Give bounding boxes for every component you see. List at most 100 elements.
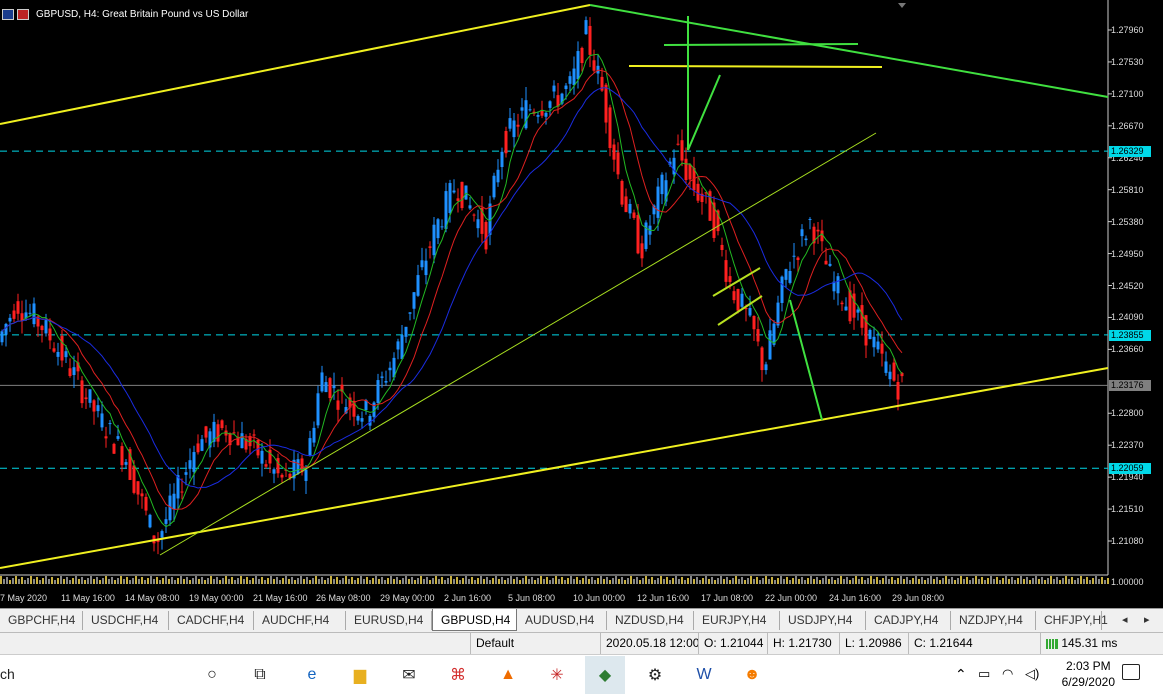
date-axis-label: 22 Jun 00:00 [765,593,818,603]
indicator-strip-bar [993,579,995,584]
indicator-strip-bar [981,577,983,584]
indicator-strip-bar [90,576,92,584]
price-axis-label: 1.25810 [1111,184,1144,195]
chart-tab[interactable]: NZDJPY,H4 [951,611,1036,630]
indicator-strip-bar [543,579,545,584]
indicator-strip-bar [471,577,473,584]
date-axis-label: 17 Jun 08:00 [701,593,754,603]
indicator-strip-bar [114,580,116,584]
indicator-strip-bar [873,579,875,584]
taskbar-clock[interactable]: 2:03 PM 6/29/2020 [1062,658,1115,690]
tray-wifi-icon[interactable]: ◠ [1002,666,1013,682]
date-axis[interactable]: 7 May 2020 11 May 16:00 14 May 08:00 19 May… [0,589,1163,608]
search-box[interactable]: ch [0,655,190,694]
candle-body [528,109,532,111]
chart-tab[interactable]: EURJPY,H4 [694,611,780,630]
indicator-strip-bar [267,578,269,584]
candle-body [316,393,320,426]
indicator-strip-bar [48,579,50,584]
indicator-strip-bar [546,577,548,584]
indicator-strip-bar [633,579,635,584]
vlc-icon[interactable]: ▲ [496,663,520,687]
task-view-icon[interactable]: ⧉ [248,663,272,687]
indicator-strip-bar [270,576,272,584]
indicator-strip-bar [663,579,665,584]
indicator-strip-bar [783,579,785,584]
tab-scroll-right-icon[interactable]: ▸ [1144,613,1150,626]
candle-body [576,51,580,80]
indicator-strip-bar [840,576,842,584]
window-flag-icon[interactable] [17,8,29,20]
chart-tab[interactable]: GBPUSD,H4 [432,609,517,631]
chart-tab[interactable]: NZDUSD,H4 [607,611,694,630]
tray-chevron-icon[interactable]: ⌃ [955,666,967,683]
tray-battery-icon[interactable]: ▭ [978,666,990,682]
tab-scroll-left-icon[interactable]: ◂ [1122,613,1128,626]
status-profile[interactable]: Default [470,633,600,654]
indicator-strip-bar [951,577,953,584]
indicator-strip-bar [408,579,410,584]
mail-icon[interactable]: ✉ [397,663,421,687]
candle-body [416,275,420,296]
chart-tab[interactable]: EURUSD,H4 [346,611,432,630]
edge-icon[interactable]: e [300,663,324,687]
spider-icon[interactable]: ✳ [545,663,569,687]
window-menu-icon[interactable] [2,8,14,20]
indicator-strip-bar [933,579,935,584]
indicator-strip-bar [771,577,773,584]
acrobat-icon[interactable]: ⌘ [446,663,470,687]
candle-body [64,351,68,358]
indicator-strip-bar [63,579,65,584]
chart-tab[interactable]: CADJPY,H4 [866,611,951,630]
status-connection[interactable]: 145.31 ms [1040,633,1163,654]
indicator-strip-bar [66,577,68,584]
indicator-strip-bar [279,580,281,584]
indicator-strip-bar [924,580,926,584]
candle-body [876,341,880,350]
tray-volume-icon[interactable]: ◁) [1025,666,1039,682]
word-icon[interactable]: W [692,663,716,687]
indicator-strip-bar [894,580,896,584]
indicator-strip-bar [756,577,758,584]
indicator-strip-bar [246,577,248,584]
indicator-strip-bar [606,577,608,584]
chart-tab[interactable]: AUDUSD,H4 [517,611,607,630]
indicator-strip-bar [579,580,581,584]
chart-tab[interactable]: GBPCHF,H4 [0,611,83,630]
candle-body [796,257,800,261]
indicator-strip-bar [1044,580,1046,584]
indicator-strip-bar [969,580,971,584]
price-level-marker: 1.22059 [1109,463,1151,475]
chart-tab[interactable]: AUDCHF,H4 [254,611,346,630]
candle-body [132,465,136,493]
candle-body [572,68,576,85]
indicator-strip-bar [177,578,179,584]
indicator-strip-bar [1095,576,1097,584]
candle-body [204,426,208,438]
indicator-strip-bar [1074,580,1076,584]
indicator-strip-bar [393,579,395,584]
indicator-strip-bar [996,577,998,584]
indicator-strip-bar [180,576,182,584]
chart-tab[interactable]: USDCHF,H4 [83,611,169,630]
indicator-strip-bar [846,577,848,584]
file-explorer-icon[interactable]: ▆ [348,663,372,687]
chart-tab[interactable]: CADCHF,H4 [169,611,254,630]
indicator-strip-bar [381,577,383,584]
indicator-strip-bar [1032,578,1034,584]
indicator-strip-bar [966,577,968,584]
indicator-strip-bar [849,580,851,584]
price-chart[interactable] [0,0,1163,608]
indicator-strip-bar [1008,579,1010,584]
chart-tab[interactable]: CHFJPY,H1 [1036,611,1108,630]
indicator-strip-bar [870,576,872,584]
chart-tab[interactable]: USDJPY,H4 [780,611,866,630]
indicator-strip-bar [1029,580,1031,584]
chart-area[interactable]: GBPUSD, H4: Great Britain Pound vs US Do… [0,0,1163,608]
settings-gear-icon[interactable]: ⚙ [643,663,667,687]
notifications-icon[interactable] [1122,664,1140,680]
ucbrowser-icon[interactable]: ☻ [740,663,764,687]
indicator-strip-bar [813,579,815,584]
cortana-circle-icon[interactable]: ○ [200,663,224,687]
metatrader-icon[interactable]: ◆ [585,656,625,694]
